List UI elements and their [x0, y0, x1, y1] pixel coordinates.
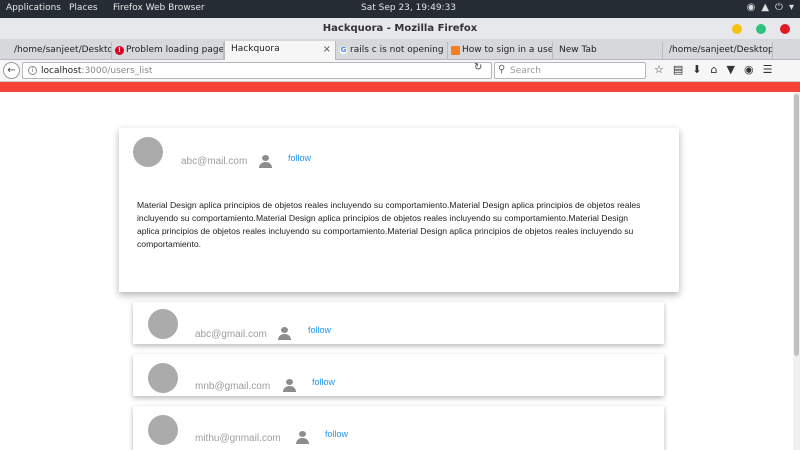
url-path: :3000/users_list: [81, 66, 153, 76]
user-card: abc@gmail.com follow: [133, 302, 664, 344]
window-titlebar: Hackquora - Mozilla Firefox: [0, 18, 800, 40]
tab-label: Hackquora: [231, 44, 280, 54]
tab-strip: /home/sanjeet/Desktop/D ! Problem loadin…: [0, 40, 800, 61]
person-icon: [296, 431, 309, 444]
user-email: abc@mail.com: [181, 156, 248, 167]
close-icon[interactable]: ×: [323, 44, 331, 55]
tab-file-desktop-2[interactable]: /home/sanjeet/Desktop/D: [663, 42, 773, 60]
bookmark-star-icon[interactable]: ☆: [654, 63, 664, 76]
user-card: mnb@gmail.com follow: [133, 354, 664, 396]
url-host: localhost: [41, 66, 82, 76]
home-icon[interactable]: ⌂: [711, 63, 718, 76]
tab-problem-loading[interactable]: ! Problem loading page: [112, 42, 224, 60]
person-icon: [278, 327, 291, 340]
url-bar[interactable]: i localhost:3000/users_list: [22, 62, 492, 79]
avatar: [133, 137, 163, 167]
tab-label: /home/sanjeet/Desktop/D: [669, 45, 773, 55]
power-icon[interactable]: ⏻: [775, 2, 783, 13]
follow-button[interactable]: follow: [308, 325, 331, 335]
tab-label: New Tab: [559, 45, 597, 55]
applications-menu[interactable]: Applications: [6, 3, 61, 13]
tab-file-desktop[interactable]: /home/sanjeet/Desktop/D: [0, 42, 112, 60]
window-title: Hackquora - Mozilla Firefox: [322, 23, 478, 34]
follow-button[interactable]: follow: [288, 153, 311, 163]
volume-icon[interactable]: ▲: [761, 2, 769, 13]
reading-list-icon[interactable]: ▤: [673, 63, 683, 76]
stackoverflow-icon: [451, 46, 460, 55]
scrollbar-thumb[interactable]: [794, 94, 799, 356]
active-app-menu[interactable]: Firefox Web Browser: [113, 3, 205, 13]
navigation-toolbar: ← i localhost:3000/users_list ↻ ⚲ Search…: [0, 60, 800, 82]
minimize-button[interactable]: [732, 24, 742, 34]
pocket-icon[interactable]: ▼: [726, 63, 734, 76]
follow-button[interactable]: follow: [312, 377, 335, 387]
tab-rails-c[interactable]: G rails c is not opening: [336, 42, 448, 60]
app-header-bar: [0, 82, 800, 92]
tab-new-tab[interactable]: New Tab: [553, 42, 663, 60]
search-input[interactable]: ⚲ Search: [494, 62, 646, 79]
profile-card-main: abc@mail.com follow Material Design apli…: [119, 128, 679, 292]
tab-label: rails c is not opening: [350, 45, 444, 55]
avatar: [148, 363, 178, 393]
user-description: Material Design aplica principios de obj…: [137, 200, 641, 249]
back-button[interactable]: ←: [3, 62, 20, 79]
user-email: abc@gmail.com: [195, 329, 267, 340]
close-window-button[interactable]: [780, 24, 790, 34]
search-placeholder: Search: [510, 66, 541, 76]
person-icon: [259, 155, 272, 168]
follow-button[interactable]: follow: [325, 429, 348, 439]
places-menu[interactable]: Places: [69, 3, 98, 13]
extension-icon[interactable]: ◉: [744, 63, 754, 76]
tab-label: Problem loading page: [126, 45, 224, 55]
error-icon: !: [115, 46, 124, 55]
menu-icon[interactable]: ☰: [763, 63, 773, 76]
page-content: abc@mail.com follow Material Design apli…: [0, 82, 800, 450]
avatar: [148, 415, 178, 445]
chevron-down-icon[interactable]: ▾: [789, 2, 794, 13]
info-icon[interactable]: i: [28, 66, 37, 75]
reload-icon[interactable]: ↻: [474, 62, 482, 73]
tab-label: /home/sanjeet/Desktop/D: [14, 45, 112, 55]
avatar: [148, 309, 178, 339]
tab-hackquora[interactable]: Hackquora ×: [224, 41, 336, 61]
user-card: mithu@gnmail.com follow: [133, 406, 664, 450]
tab-sign-in-user[interactable]: How to sign in a user: [448, 42, 553, 60]
download-icon[interactable]: ⬇: [692, 63, 701, 76]
user-email: mnb@gmail.com: [195, 381, 271, 392]
tab-label: How to sign in a user: [462, 45, 553, 55]
maximize-button[interactable]: [756, 24, 766, 34]
google-icon: G: [339, 46, 348, 55]
network-icon[interactable]: ◉: [747, 2, 756, 13]
system-top-bar: Applications Places Firefox Web Browser …: [0, 0, 800, 18]
person-icon: [283, 379, 296, 392]
user-email: mithu@gnmail.com: [195, 433, 281, 444]
clock[interactable]: Sat Sep 23, 19:49:33: [361, 3, 456, 13]
search-icon: ⚲: [498, 64, 506, 75]
